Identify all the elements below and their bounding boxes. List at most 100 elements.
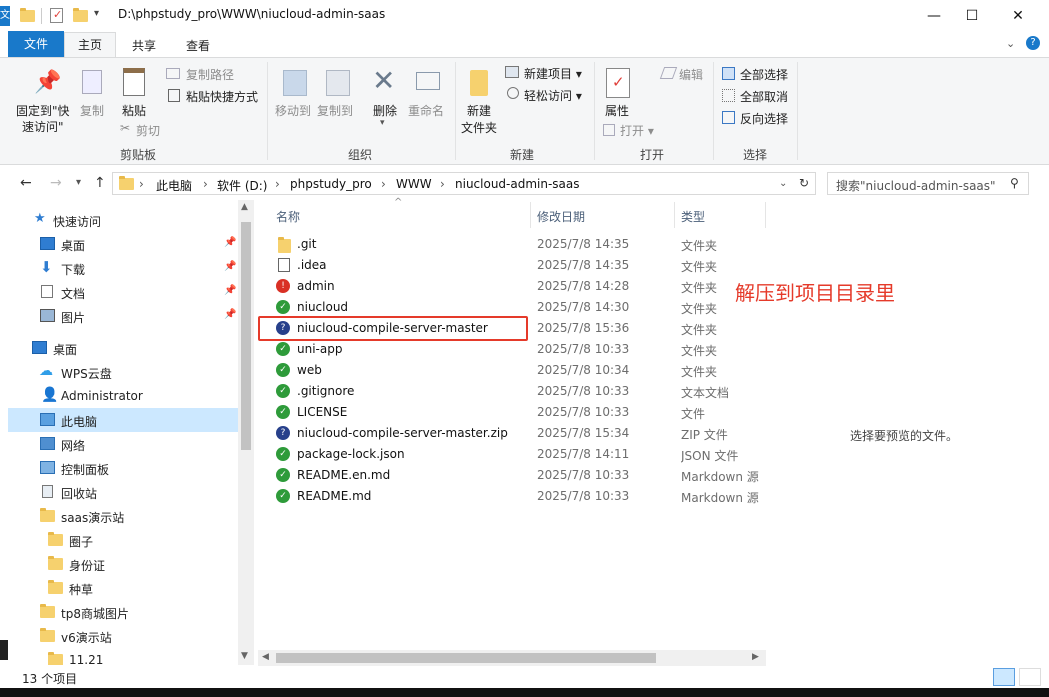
sidebar-scrollbar[interactable]: ▲ ▼ xyxy=(238,200,254,665)
crumb-separator-icon[interactable]: › xyxy=(139,177,144,191)
paste-button[interactable]: 粘贴 xyxy=(122,102,146,119)
invert-selection-button[interactable]: 反向选择 xyxy=(740,110,788,127)
sidebar-item-id-card[interactable]: 身份证 xyxy=(8,552,238,576)
qa-dropdown-icon[interactable]: ▾ xyxy=(94,8,99,19)
crumb-separator-icon[interactable]: › xyxy=(275,177,280,191)
recent-dropdown-icon[interactable]: ▾ xyxy=(76,177,81,188)
move-to-button[interactable]: 移动到 xyxy=(275,102,311,119)
search-icon[interactable]: ⚲ xyxy=(1010,176,1019,190)
file-row[interactable]: ! admin 2025/7/8 14:28 文件夹 xyxy=(258,276,766,297)
sidebar-item-saas-demo[interactable]: saas演示站 xyxy=(8,504,238,528)
crumb-current-folder[interactable]: niucloud-admin-saas xyxy=(455,177,580,191)
crumb-this-pc[interactable]: 此电脑 xyxy=(156,177,192,194)
copy-button[interactable]: 复制 xyxy=(80,102,104,119)
crumb-phpstudy[interactable]: phpstudy_pro xyxy=(290,177,372,191)
new-folder-button-line2[interactable]: 文件夹 xyxy=(461,119,497,136)
close-button[interactable]: ✕ xyxy=(995,0,1041,31)
sidebar-item-control-panel[interactable]: 控制面板 xyxy=(8,456,238,480)
sidebar-item-v6-demo[interactable]: v6演示站 xyxy=(8,624,238,648)
column-header-type[interactable]: 类型 xyxy=(681,208,705,225)
pin-quick-access-button-line2[interactable]: 速访问" xyxy=(22,118,64,135)
properties-check-icon[interactable]: ✓ xyxy=(50,8,63,23)
sidebar-item-documents[interactable]: 文档 📌 xyxy=(8,280,238,304)
address-bar[interactable]: › 此电脑 › 软件 (D:) › phpstudy_pro › WWW › n… xyxy=(112,172,816,195)
forward-arrow-icon[interactable]: → xyxy=(50,175,62,191)
tab-home[interactable]: 主页 xyxy=(64,32,116,59)
sidebar-item-wps-cloud[interactable]: ☁ WPS云盘 xyxy=(8,360,238,384)
file-row[interactable]: .idea 2025/7/8 14:35 文件夹 xyxy=(258,255,766,276)
search-box[interactable]: 搜索"niucloud-admin-saas" ⚲ xyxy=(827,172,1029,195)
app-icon[interactable]: 文 xyxy=(0,6,10,26)
paste-shortcut-button[interactable]: 粘贴快捷方式 xyxy=(186,88,258,105)
new-folder-qa-icon[interactable] xyxy=(73,8,88,22)
copy-path-button[interactable]: 复制路径 xyxy=(186,66,234,83)
open-button[interactable]: 打开 ▾ xyxy=(620,122,654,139)
tab-file[interactable]: 文件 xyxy=(8,31,64,58)
crumb-separator-icon[interactable]: › xyxy=(440,177,445,191)
column-separator[interactable] xyxy=(765,202,766,228)
refresh-icon[interactable]: ↻ xyxy=(799,176,809,190)
file-row[interactable]: ✓ web 2025/7/8 10:34 文件夹 xyxy=(258,360,766,381)
file-row[interactable]: ? niucloud-compile-server-master.zip 202… xyxy=(258,423,766,444)
file-row[interactable]: ✓ README.en.md 2025/7/8 10:33 Markdown 源 xyxy=(258,465,766,486)
select-all-button[interactable]: 全部选择 xyxy=(740,66,788,83)
file-row[interactable]: ✓ uni-app 2025/7/8 10:33 文件夹 xyxy=(258,339,766,360)
large-icons-view-icon[interactable] xyxy=(1019,668,1041,686)
cut-button[interactable]: 剪切 xyxy=(136,122,160,139)
copy-to-button[interactable]: 复制到 xyxy=(317,102,353,119)
sidebar-item-desktop-root[interactable]: 桌面 xyxy=(8,336,238,360)
file-row[interactable]: ✓ LICENSE 2025/7/8 10:33 文件 xyxy=(258,402,766,423)
new-item-button[interactable]: 新建项目 ▾ xyxy=(524,65,582,82)
ribbon-expand-icon[interactable]: ⌄ xyxy=(1006,37,1015,50)
crumb-separator-icon[interactable]: › xyxy=(203,177,208,191)
tab-share[interactable]: 共享 xyxy=(118,34,170,58)
horizontal-scroll-thumb[interactable] xyxy=(276,653,656,663)
pin-quick-access-button[interactable]: 固定到"快 xyxy=(16,102,70,119)
sidebar-item-recycle-bin[interactable]: 回收站 xyxy=(8,480,238,504)
sidebar-scroll-thumb[interactable] xyxy=(241,222,251,450)
scroll-right-icon[interactable]: ▶ xyxy=(752,652,759,662)
sidebar-item-downloads[interactable]: ⬇ 下载 📌 xyxy=(8,256,238,280)
rename-button[interactable]: 重命名 xyxy=(408,102,444,119)
easy-access-button[interactable]: 轻松访问 ▾ xyxy=(524,87,582,104)
sidebar-item-this-pc[interactable]: 此电脑 xyxy=(8,408,238,432)
sidebar-item-pictures[interactable]: 图片 📌 xyxy=(8,304,238,328)
column-separator[interactable] xyxy=(530,202,531,228)
crumb-drive[interactable]: 软件 (D:) xyxy=(217,177,267,194)
file-row[interactable]: ✓ package-lock.json 2025/7/8 14:11 JSON … xyxy=(258,444,766,465)
column-header-date[interactable]: 修改日期 xyxy=(537,208,585,225)
new-folder-button[interactable]: 新建 xyxy=(467,102,491,119)
scroll-up-icon[interactable]: ▲ xyxy=(241,202,248,212)
address-dropdown-icon[interactable]: ⌄ xyxy=(779,178,787,189)
column-separator[interactable] xyxy=(674,202,675,228)
file-row[interactable]: ✓ niucloud 2025/7/8 14:30 文件夹 xyxy=(258,297,766,318)
file-row[interactable]: ✓ .gitignore 2025/7/8 10:33 文本文档 xyxy=(258,381,766,402)
delete-dropdown-icon[interactable]: ▾ xyxy=(380,118,385,128)
crumb-separator-icon[interactable]: › xyxy=(381,177,386,191)
sidebar-item-administrator[interactable]: 👤 Administrator xyxy=(8,384,238,408)
properties-button[interactable]: 属性 xyxy=(605,102,629,119)
select-none-button[interactable]: 全部取消 xyxy=(740,88,788,105)
sidebar-item-desktop[interactable]: 桌面 📌 xyxy=(8,232,238,256)
up-arrow-icon[interactable]: ↑ xyxy=(94,175,106,191)
sidebar-item-tp8-images[interactable]: tp8商城图片 xyxy=(8,600,238,624)
maximize-button[interactable]: ☐ xyxy=(949,0,995,31)
crumb-www[interactable]: WWW xyxy=(396,177,432,191)
edit-button[interactable]: 编辑 xyxy=(679,66,703,83)
back-arrow-icon[interactable]: ← xyxy=(20,175,32,191)
sidebar-item-network[interactable]: 网络 xyxy=(8,432,238,456)
help-icon[interactable]: ? xyxy=(1026,36,1040,50)
sidebar-item-seeding[interactable]: 种草 xyxy=(8,576,238,600)
sidebar-item-quick-access[interactable]: ★ 快速访问 xyxy=(8,208,238,232)
sidebar-item-11-21[interactable]: 11.21 xyxy=(8,648,238,665)
column-header-name[interactable]: 名称 xyxy=(276,208,300,225)
scroll-left-icon[interactable]: ◀ xyxy=(262,652,269,662)
delete-button[interactable]: 删除 xyxy=(373,102,397,119)
scroll-down-icon[interactable]: ▼ xyxy=(241,651,248,661)
details-view-icon[interactable] xyxy=(993,668,1015,686)
file-list-horizontal-scrollbar[interactable]: ◀ ▶ xyxy=(258,650,766,666)
sidebar-item-circle[interactable]: 圈子 xyxy=(8,528,238,552)
file-row[interactable]: ✓ README.md 2025/7/8 10:33 Markdown 源 xyxy=(258,486,766,507)
tab-view[interactable]: 查看 xyxy=(172,34,224,58)
file-row[interactable]: .git 2025/7/8 14:35 文件夹 xyxy=(258,234,766,255)
